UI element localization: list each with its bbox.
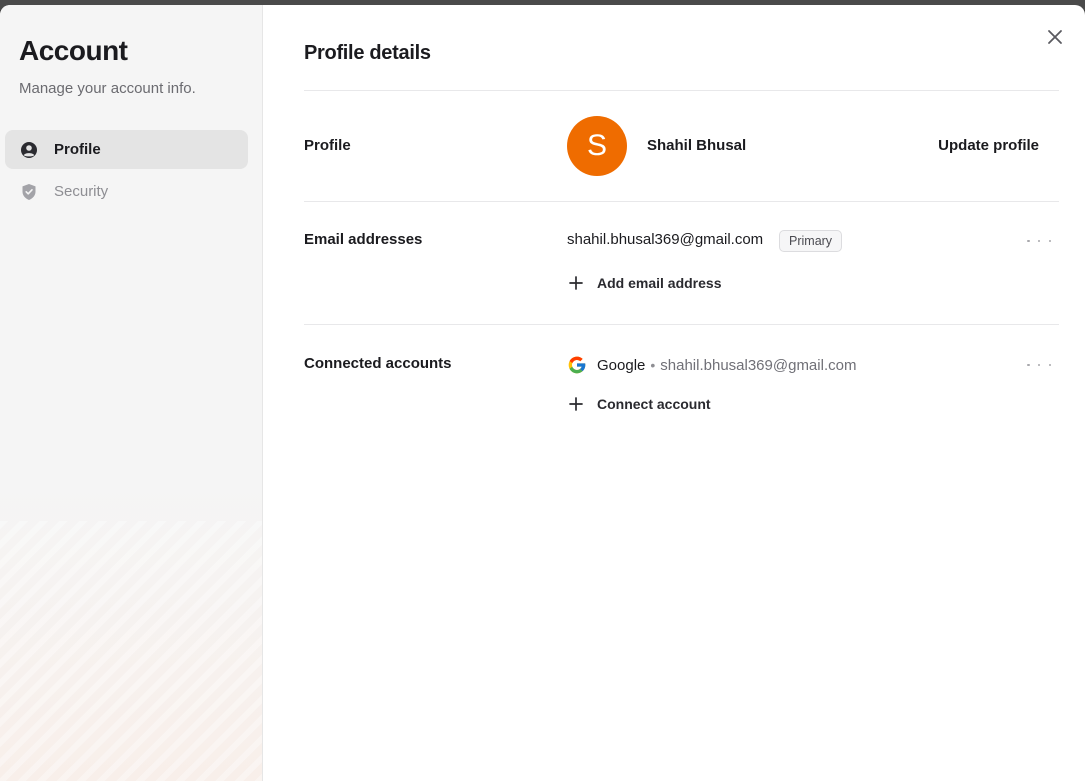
connected-account-google: Google • shahil.bhusal369@gmail.com [567, 355, 856, 375]
page-title: Profile details [304, 42, 431, 64]
connect-account-button[interactable]: Connect account [567, 395, 711, 413]
shield-icon [20, 183, 38, 201]
more-dot [1027, 239, 1030, 243]
connected-row-label: Connected accounts [304, 355, 452, 372]
account-modal: Account Manage your account info. Profil… [0, 5, 1085, 781]
more-dot [1048, 239, 1051, 243]
divider [304, 201, 1059, 202]
account-sidebar: Account Manage your account info. Profil… [0, 5, 263, 781]
connected-email: shahil.bhusal369@gmail.com [660, 356, 857, 374]
profile-details-panel: Profile details Profile S Shahil Bhusal … [263, 5, 1085, 781]
connect-account-label: Connect account [597, 396, 711, 412]
avatar-initial: S [586, 129, 607, 162]
sidebar-item-profile[interactable]: Profile [5, 130, 248, 169]
primary-badge: Primary [779, 230, 843, 252]
close-button[interactable] [1045, 27, 1065, 47]
email-row-label: Email addresses [304, 231, 423, 248]
add-email-label: Add email address [597, 275, 722, 291]
email-more-button[interactable] [1027, 234, 1051, 248]
email-address: shahil.bhusal369@gmail.com [567, 231, 764, 248]
user-circle-icon [20, 141, 38, 159]
sidebar-item-label: Profile [54, 141, 101, 158]
divider [304, 90, 1059, 91]
provider-name: Google [597, 356, 646, 374]
connected-more-button[interactable] [1027, 358, 1051, 372]
user-name: Shahil Bhusal [647, 137, 747, 154]
update-profile-button[interactable]: Update profile [938, 137, 1039, 154]
profile-row-label: Profile [304, 137, 351, 154]
more-dot [1037, 363, 1041, 367]
sidebar-subtitle: Manage your account info. [19, 80, 196, 97]
sidebar-item-label: Security [54, 183, 109, 200]
google-icon [567, 355, 587, 375]
close-icon [1048, 30, 1062, 44]
separator-dot: • [650, 357, 656, 373]
more-dot [1027, 363, 1030, 367]
plus-icon [567, 274, 585, 292]
sidebar-title: Account [19, 35, 128, 66]
divider [304, 324, 1059, 325]
plus-icon [567, 395, 585, 413]
avatar[interactable]: S [567, 116, 627, 176]
more-dot [1048, 363, 1051, 367]
sidebar-item-security[interactable]: Security [5, 172, 248, 211]
add-email-button[interactable]: Add email address [567, 274, 722, 292]
more-dot [1037, 239, 1041, 243]
